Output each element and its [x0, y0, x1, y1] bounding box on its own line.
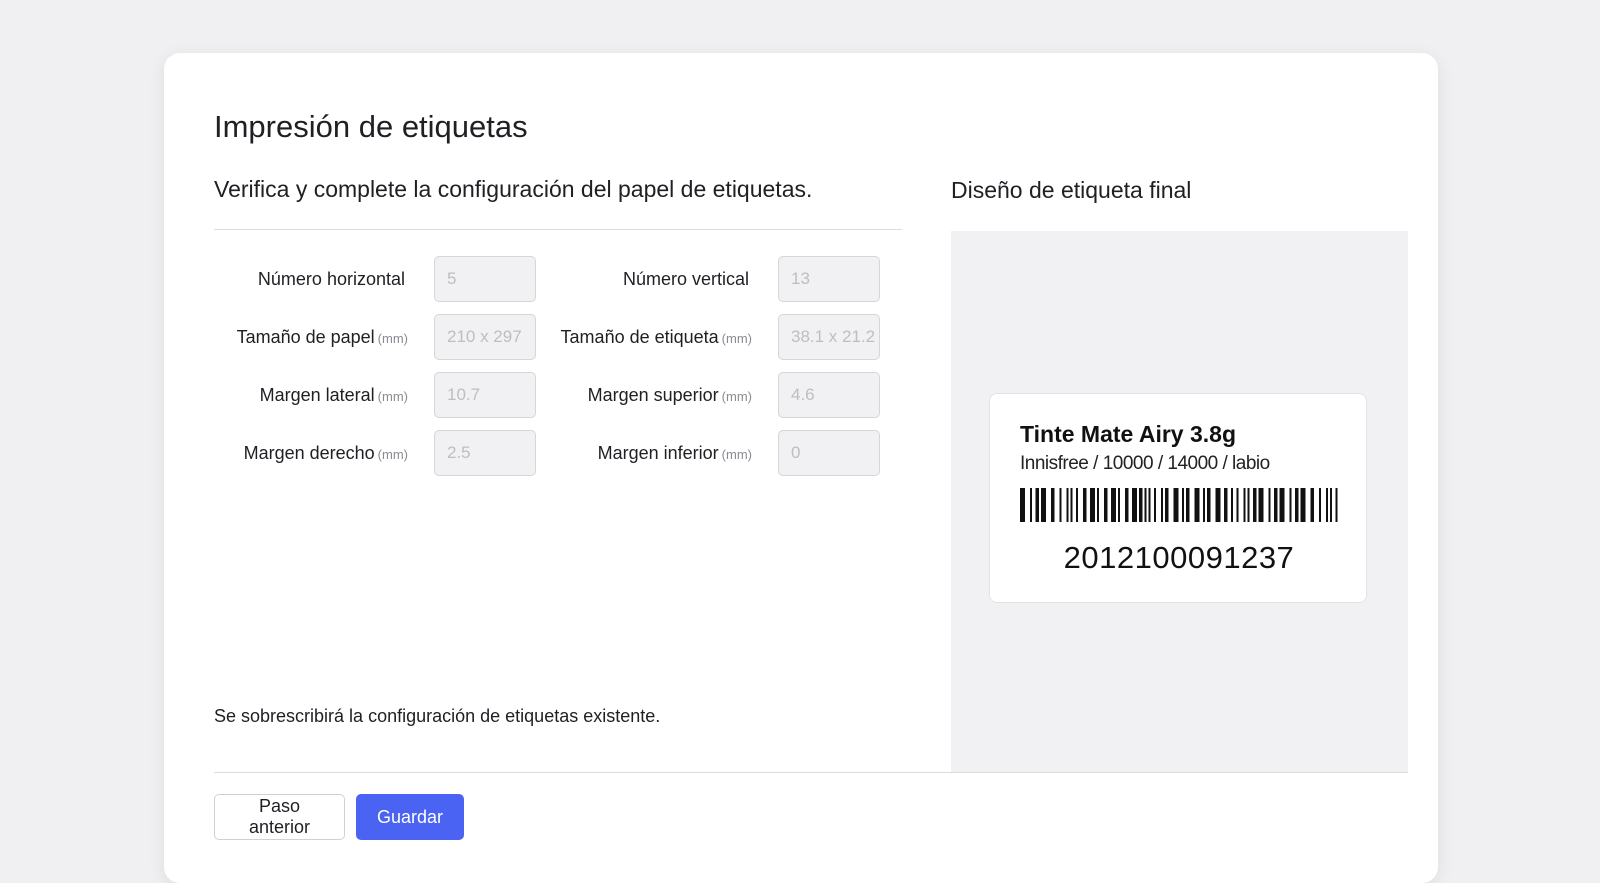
paper-config-form: Número horizontal 5 Número vertical 13 T…	[214, 256, 902, 488]
unit-text: (mm)	[377, 330, 408, 346]
product-name: Tinte Mate Airy 3.8g	[1020, 421, 1237, 447]
vertical-count-input[interactable]: 13	[778, 256, 880, 302]
label-print-dialog: Impresión de etiquetas Verifica y comple…	[164, 53, 1438, 883]
label-text: Número horizontal	[257, 268, 405, 289]
product-meta: Innisfree / 10000 / 14000 / labio	[1020, 453, 1270, 474]
form-row: Tamaño de papel (mm) 210 x 297 Tamaño de …	[214, 314, 902, 360]
field-label-paper-size: Tamaño de papel (mm)	[214, 327, 434, 348]
page-subtitle: Verifica y complete la configuración del…	[214, 176, 813, 202]
label-text: Tamaño de etiqueta	[560, 326, 719, 347]
previous-step-button[interactable]: Paso anterior	[214, 794, 345, 840]
label-preview-area: Tinte Mate Airy 3.8g Innisfree / 10000 /…	[951, 231, 1408, 773]
field-label-vertical-count: Número vertical	[536, 269, 778, 290]
field-label-top-margin: Margen superior (mm)	[536, 385, 778, 406]
save-button[interactable]: Guardar	[356, 794, 464, 840]
side-margin-input[interactable]: 10.7	[434, 372, 536, 418]
horizontal-count-input[interactable]: 5	[434, 256, 536, 302]
form-row: Margen lateral (mm) 10.7 Margen superior(…	[214, 372, 902, 418]
unit-text: (mm)	[721, 446, 752, 462]
label-text: Número vertical	[622, 268, 749, 289]
section-divider	[214, 229, 902, 230]
label-text: Margen inferior	[597, 442, 719, 463]
field-label-label-size: Tamaño de etiqueta (mm)	[536, 327, 778, 348]
bottom-margin-input[interactable]: 0	[778, 430, 880, 476]
barcode-icon	[1020, 488, 1338, 522]
footer-divider	[214, 772, 1408, 773]
right-margin-input[interactable]: 2.5	[434, 430, 536, 476]
preview-title: Diseño de etiqueta final	[951, 177, 1192, 203]
field-label-bottom-margin: Margen inferior (mm)	[536, 443, 778, 464]
barcode-number: 2012100091237	[1063, 540, 1295, 575]
paper-size-input[interactable]: 210 x 297	[434, 314, 536, 360]
label-size-input[interactable]: 38.1 x 21.2	[778, 314, 880, 360]
field-label-horizontal-count: Número horizontal	[214, 269, 434, 290]
unit-text: (mm)	[721, 330, 752, 346]
label-text: Margen superior	[587, 384, 719, 405]
overwrite-notice: Se sobrescribirá la configuración de eti…	[214, 706, 661, 726]
unit-text: (mm)	[377, 388, 408, 404]
label-text: Margen lateral	[259, 384, 375, 405]
unit-text: (mm)	[377, 446, 408, 462]
label-preview-card: Tinte Mate Airy 3.8g Innisfree / 10000 /…	[989, 393, 1367, 603]
page-title: Impresión de etiquetas	[214, 109, 528, 144]
field-label-side-margin: Margen lateral (mm)	[214, 385, 434, 406]
label-text: Tamaño de papel	[236, 326, 375, 347]
unit-text: (mm)	[721, 388, 752, 404]
form-row: Margen derecho (mm) 2.5 Margen inferior (m…	[214, 430, 902, 476]
form-row: Número horizontal 5 Número vertical 13	[214, 256, 902, 302]
top-margin-input[interactable]: 4.6	[778, 372, 880, 418]
label-text: Margen derecho	[243, 442, 375, 463]
field-label-right-margin: Margen derecho (mm)	[214, 443, 434, 464]
